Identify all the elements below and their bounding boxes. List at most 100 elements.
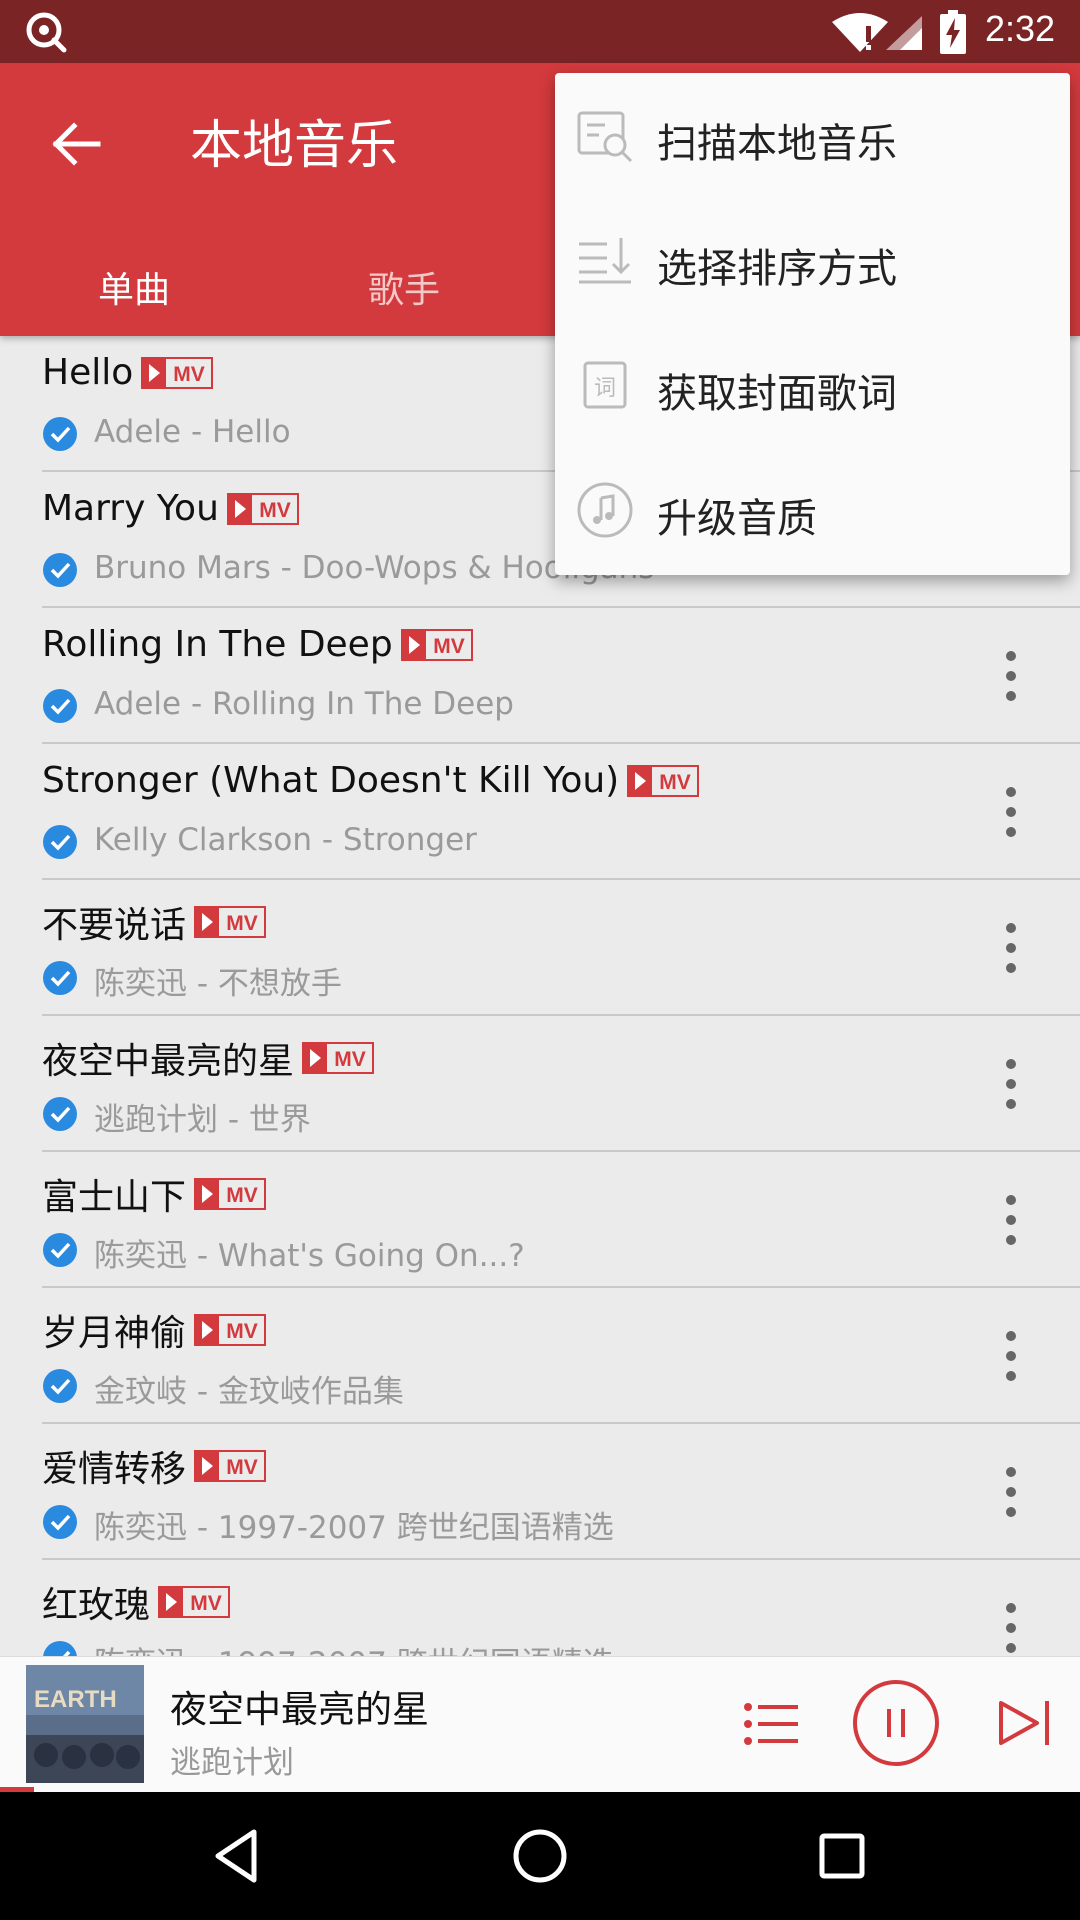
downloaded-check-icon [43,1233,77,1267]
wifi-icon [832,13,888,52]
back-arrow-icon[interactable] [40,108,112,180]
downloaded-check-icon [43,961,77,995]
downloaded-check-icon [43,825,77,859]
song-title: Hello MV [42,352,214,393]
svg-text:MV: MV [226,912,258,935]
now-playing-title: 夜空中最亮的星 [170,1688,429,1731]
app-notification-icon [26,12,67,53]
now-playing-artist: 逃跑计划 [170,1745,294,1781]
scan-icon [577,111,633,163]
svg-text:MV: MV [226,1320,258,1343]
mv-badge[interactable]: MV [158,1586,231,1618]
more-vert-icon[interactable] [990,1192,1032,1248]
song-title: Rolling In The Deep MV [42,624,473,665]
mv-badge[interactable]: MV [194,1314,267,1346]
list-item[interactable]: 不要说话 MV 陈奕迅 - 不想放手 [0,880,1080,1016]
more-vert-icon[interactable] [990,920,1032,976]
more-vert-icon[interactable] [990,1056,1032,1112]
song-title: 不要说话 MV [42,896,267,948]
downloaded-check-icon [43,689,77,723]
mv-badge[interactable]: MV [194,906,267,938]
svg-text:MV: MV [226,1184,258,1207]
song-artist: 陈奕迅 - 1997-2007 跨世纪国语精选 [94,1510,614,1546]
more-vert-icon[interactable] [990,648,1032,704]
mv-badge[interactable]: MV [141,356,214,389]
song-title: 红玫瑰 MV [42,1576,231,1628]
nav-home-icon[interactable] [508,1824,572,1888]
downloaded-check-icon [43,1369,77,1403]
mv-badge[interactable]: MV [226,492,299,525]
list-item[interactable]: 岁月神偷 MV 金玟岐 - 金玟岐作品集 [0,1288,1080,1424]
lyrics-icon: 词 [583,361,627,409]
more-vert-icon[interactable] [990,784,1032,840]
menu-item-sort[interactable]: 选择排序方式 [555,198,1070,323]
music-note-icon [577,482,633,538]
pause-icon[interactable] [852,1679,940,1767]
menu-item-label: 扫描本地音乐 [657,121,897,167]
svg-text:MV: MV [174,363,206,386]
downloaded-check-icon [43,1505,77,1539]
menu-item-label: 获取封面歌词 [657,371,897,417]
menu-item-lyrics[interactable]: 词 获取封面歌词 [555,323,1070,448]
menu-item-scan[interactable]: 扫描本地音乐 [555,73,1070,198]
song-title: 岁月神偷 MV [42,1304,267,1356]
svg-text:MV: MV [259,499,291,522]
more-vert-icon[interactable] [990,1464,1032,1520]
mv-badge[interactable]: MV [194,1178,267,1210]
album-cover[interactable]: EARTH [26,1665,144,1783]
status-bar: 2:32 [0,0,1080,63]
song-artist: Adele - Rolling In The Deep [94,686,514,722]
nav-recents-icon[interactable] [810,1824,874,1888]
skip-next-icon[interactable] [995,1693,1055,1753]
svg-text:MV: MV [334,1048,366,1071]
svg-text:MV: MV [659,771,691,794]
playlist-icon[interactable] [740,1693,802,1755]
list-item[interactable]: 爱情转移 MV 陈奕迅 - 1997-2007 跨世纪国语精选 [0,1424,1080,1560]
list-item[interactable]: 富士山下 MV 陈奕迅 - What's Going On...? [0,1152,1080,1288]
song-artist: 逃跑计划 - 世界 [94,1102,311,1138]
list-item[interactable]: 红玫瑰MV 陈奕迅 - 1997-2007 跨世纪国语精选 [0,1560,1080,1656]
svg-text:MV: MV [190,1592,222,1615]
more-vert-icon[interactable] [990,1600,1032,1656]
svg-text:MV: MV [226,1456,258,1479]
mv-badge[interactable]: MV [194,1450,267,1482]
list-item[interactable]: 夜空中最亮的星 MV 逃跑计划 - 世界 [0,1016,1080,1152]
mv-badge[interactable]: MV [400,628,473,661]
song-artist: 陈奕迅 - What's Going On...? [94,1238,525,1274]
song-title: 富士山下 MV [42,1168,267,1220]
song-title: 夜空中最亮的星 MV [42,1032,375,1084]
song-title: Marry You MV [42,488,299,529]
song-artist: Adele - Hello [94,414,291,450]
menu-item-label: 选择排序方式 [657,246,897,292]
song-artist: 金玟岐 - 金玟岐作品集 [94,1374,404,1410]
nav-back-icon[interactable] [206,1824,270,1888]
menu-item-quality[interactable]: 升级音质 [555,448,1070,573]
downloaded-check-icon [43,553,77,587]
svg-text:词: 词 [594,376,616,401]
more-vert-icon[interactable] [990,1328,1032,1384]
list-item[interactable]: Stronger (What Doesn't Kill You) MV Kelly… [0,744,1080,880]
tab-songs[interactable]: 单曲 [98,261,170,313]
downloaded-check-icon [43,417,77,451]
downloaded-check-icon [43,1097,77,1131]
list-item[interactable]: Rolling In The Deep MV Adele - Rolling In… [0,608,1080,744]
song-artist: 陈奕迅 - 1997-2007 跨世纪国语精选 [94,1638,614,1656]
clock: 2:32 [985,8,1056,49]
svg-text:MV: MV [433,635,465,658]
page-title: 本地音乐 [190,116,399,176]
mv-badge[interactable]: MV [302,1042,375,1074]
song-artist: Kelly Clarkson - Stronger [94,822,477,858]
now-playing-bar[interactable]: EARTH 夜空中最亮的星 逃跑计划 [0,1656,1080,1793]
sort-icon [579,238,631,284]
signal-icon [886,16,922,50]
song-artist: 陈奕迅 - 不想放手 [94,966,342,1002]
song-title: 爱情转移 MV [42,1440,267,1492]
battery-charging-icon [940,10,966,54]
overflow-menu: 扫描本地音乐 选择排序方式 词 获取封面歌词 升级音质 [555,73,1070,575]
song-title: Stronger (What Doesn't Kill You) MV [42,760,700,801]
tab-artists[interactable]: 歌手 [368,261,440,313]
mv-badge[interactable]: MV [627,764,700,797]
svg-text:EARTH: EARTH [34,1686,117,1713]
downloaded-check-icon [43,1641,77,1656]
menu-item-label: 升级音质 [657,496,817,542]
